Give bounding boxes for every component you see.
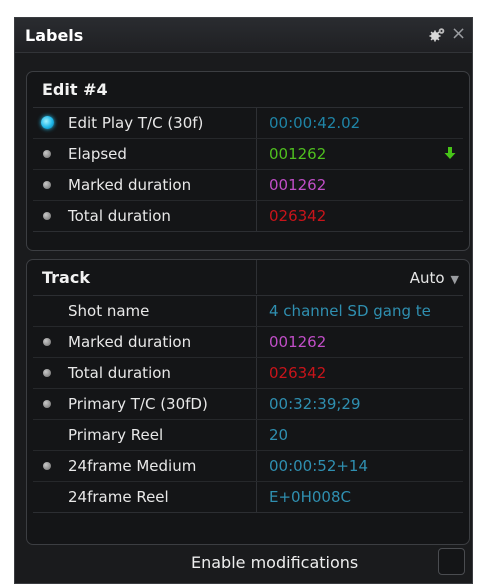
column-divider bbox=[256, 170, 257, 200]
track-row-value: 00:00:52+14 bbox=[269, 457, 369, 475]
edit-group: Edit #4 Edit Play T/C (30f) 00:00:42.02 El… bbox=[26, 71, 470, 251]
enable-modifications-label: Enable modifications bbox=[191, 553, 359, 572]
column-divider bbox=[256, 358, 257, 388]
indicator-dot-icon[interactable] bbox=[43, 369, 51, 377]
track-row[interactable]: Shot name 4 channel SD gang te bbox=[33, 296, 463, 327]
edit-row-value: 026342 bbox=[269, 207, 327, 225]
track-row[interactable]: 24frame Reel E+0H008C bbox=[33, 482, 463, 512]
edit-row-value: 001262 bbox=[269, 145, 327, 163]
column-divider bbox=[256, 389, 257, 419]
track-row-label: 24frame Reel bbox=[68, 488, 169, 506]
track-row-label: Marked duration bbox=[68, 333, 192, 351]
close-icon[interactable]: × bbox=[451, 23, 466, 44]
track-row-label: Total duration bbox=[68, 364, 171, 382]
column-divider bbox=[256, 201, 257, 231]
indicator-dot-icon[interactable] bbox=[43, 400, 51, 408]
track-row[interactable]: Primary T/C (30fD) 00:32:39;29 bbox=[33, 389, 463, 420]
track-row-value: 026342 bbox=[269, 364, 327, 382]
edit-row[interactable]: Total duration 026342 bbox=[33, 201, 463, 231]
indicator-dot-icon[interactable] bbox=[43, 181, 51, 189]
chevron-down-icon: ▼ bbox=[450, 273, 459, 286]
labels-panel: Labels × Edit #4 Edit Play T/C (30f) 00:0… bbox=[14, 17, 473, 584]
panel-title: Labels bbox=[25, 26, 84, 45]
edit-group-title: Edit #4 bbox=[42, 80, 108, 99]
edit-row-value: 00:00:42.02 bbox=[269, 114, 361, 132]
column-divider bbox=[256, 108, 257, 138]
panel-titlebar: Labels × bbox=[15, 18, 472, 53]
edit-row-label: Marked duration bbox=[68, 176, 192, 194]
edit-row[interactable]: Elapsed 001262 bbox=[33, 139, 463, 170]
track-row-label: Primary T/C (30fD) bbox=[68, 395, 208, 413]
track-mode-value: Auto bbox=[409, 269, 445, 287]
track-row-value: 00:32:39;29 bbox=[269, 395, 361, 413]
track-row-label: Shot name bbox=[68, 302, 150, 320]
edit-row-label: Edit Play T/C (30f) bbox=[68, 114, 204, 132]
track-row-value: 001262 bbox=[269, 333, 327, 351]
track-row-value: 4 channel SD gang te bbox=[269, 302, 431, 320]
track-row[interactable]: Primary Reel 20 bbox=[33, 420, 463, 451]
edit-row[interactable]: Edit Play T/C (30f) 00:00:42.02 bbox=[33, 108, 463, 139]
column-divider bbox=[256, 296, 257, 326]
track-header-divider bbox=[256, 260, 257, 294]
track-row[interactable]: 24frame Medium 00:00:52+14 bbox=[33, 451, 463, 482]
indicator-dot-icon[interactable] bbox=[43, 150, 51, 158]
column-divider bbox=[256, 139, 257, 169]
edit-row-label: Elapsed bbox=[68, 145, 127, 163]
track-row-label: Primary Reel bbox=[68, 426, 164, 444]
enable-modifications-checkbox[interactable] bbox=[438, 548, 465, 575]
track-row[interactable]: Marked duration 001262 bbox=[33, 327, 463, 358]
indicator-dot-icon[interactable] bbox=[43, 212, 51, 220]
edit-row-value: 001262 bbox=[269, 176, 327, 194]
track-group: Track Auto ▼ Shot name 4 channel SD gang t… bbox=[26, 259, 470, 545]
edit-row-label: Total duration bbox=[68, 207, 171, 225]
column-divider bbox=[256, 451, 257, 481]
column-divider bbox=[256, 482, 257, 512]
column-divider bbox=[256, 420, 257, 450]
track-rows: Shot name 4 channel SD gang te Marked dura… bbox=[33, 295, 463, 513]
track-row[interactable]: Total duration 026342 bbox=[33, 358, 463, 389]
gear-icon[interactable] bbox=[428, 27, 446, 43]
indicator-dot-icon[interactable] bbox=[43, 338, 51, 346]
indicator-dot-icon[interactable] bbox=[43, 462, 51, 470]
down-arrow-icon[interactable] bbox=[443, 146, 457, 160]
edit-rows: Edit Play T/C (30f) 00:00:42.02 Elapsed 001… bbox=[33, 107, 463, 232]
edit-row[interactable]: Marked duration 001262 bbox=[33, 170, 463, 201]
track-row-value: E+0H008C bbox=[269, 488, 351, 506]
column-divider bbox=[256, 327, 257, 357]
track-row-label: 24frame Medium bbox=[68, 457, 197, 475]
track-group-title: Track bbox=[42, 268, 90, 287]
track-row-value: 20 bbox=[269, 426, 289, 444]
active-indicator-icon[interactable] bbox=[41, 116, 54, 129]
track-mode-dropdown[interactable]: Auto ▼ bbox=[410, 269, 459, 287]
